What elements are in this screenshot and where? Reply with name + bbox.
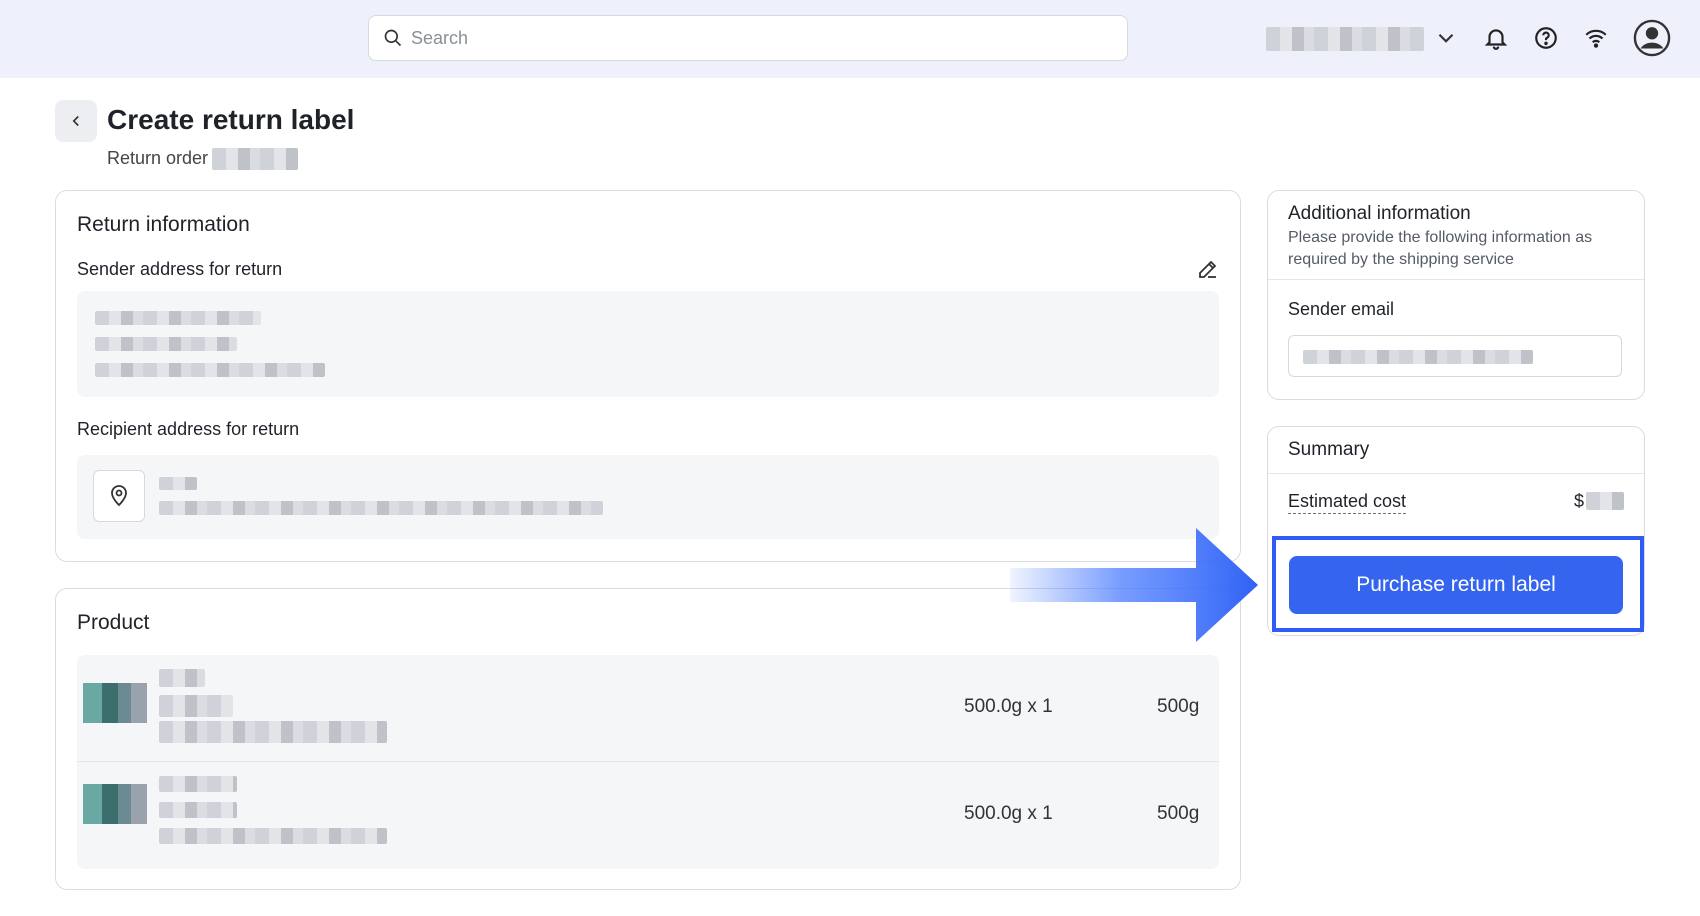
sender-address-label: Sender address for return: [77, 259, 283, 279]
sender-email-label: Sender email: [1288, 299, 1395, 319]
chevron-left-icon: [72, 115, 79, 127]
additional-information-description: Please provide the following information…: [1288, 229, 1593, 268]
product-row: 500.0g x 1 500g: [77, 655, 1219, 762]
product-title: Product: [77, 611, 150, 634]
product-thumbnail: [83, 683, 147, 723]
bell-icon[interactable]: [1480, 22, 1512, 54]
product-quantity: 500.0g x 1: [964, 696, 1053, 717]
wifi-icon[interactable]: [1580, 22, 1612, 54]
location-pin-box: [93, 470, 145, 522]
sender-name-redacted: [95, 311, 261, 325]
estimated-cost-value-redacted: [1586, 492, 1624, 510]
return-information-title: Return information: [77, 213, 250, 236]
product-sku-redacted: [159, 721, 387, 743]
sender-address-box: [77, 291, 1219, 397]
product-thumbnail: [83, 784, 147, 824]
edit-icon[interactable]: [1196, 257, 1220, 281]
additional-information-title: Additional information: [1288, 203, 1471, 224]
recipient-address-label: Recipient address for return: [77, 419, 300, 439]
page-title: Create return label: [107, 104, 355, 135]
estimated-cost-label[interactable]: Estimated cost: [1288, 491, 1407, 514]
product-weight: 500g: [1157, 803, 1200, 824]
search-input[interactable]: [411, 27, 1091, 49]
recipient-name-redacted: [159, 477, 197, 490]
chevron-down-icon[interactable]: [1430, 22, 1462, 54]
estimated-cost-currency: $: [1574, 491, 1585, 511]
product-name-redacted: [159, 776, 237, 792]
location-pin-icon: [111, 485, 127, 507]
sender-city-redacted: [95, 363, 325, 377]
summary-title: Summary: [1288, 439, 1370, 460]
additional-information-card: Additional information Please provide th…: [1267, 190, 1645, 400]
divider: [1268, 279, 1644, 280]
product-sku-redacted: [159, 828, 387, 844]
product-variant-redacted: [159, 802, 237, 818]
divider: [1268, 473, 1644, 474]
top-bar: [0, 0, 1700, 78]
recipient-address-box: [77, 455, 1219, 539]
product-row: 500.0g x 1 500g: [77, 762, 1219, 869]
product-name-redacted: [159, 669, 205, 687]
account-name-redacted[interactable]: [1266, 27, 1424, 51]
search-box[interactable]: [368, 15, 1128, 61]
recipient-address-redacted: [159, 501, 603, 515]
order-number-redacted: [212, 148, 298, 170]
help-icon[interactable]: [1530, 22, 1562, 54]
search-icon: [384, 29, 402, 47]
sender-email-input[interactable]: [1288, 335, 1622, 377]
product-variant-redacted: [159, 695, 233, 717]
user-avatar-icon[interactable]: [1632, 18, 1672, 58]
sender-email-redacted: [1303, 350, 1533, 364]
purchase-return-label-button[interactable]: Purchase return label: [1289, 556, 1623, 614]
product-quantity: 500.0g x 1: [964, 803, 1053, 824]
product-list: 500.0g x 1 500g 500.0g x 1 500g: [77, 655, 1219, 869]
return-information-card: Return information Sender address for re…: [55, 190, 1241, 562]
back-button[interactable]: [55, 100, 97, 142]
sender-street-redacted: [95, 337, 237, 351]
product-weight: 500g: [1157, 696, 1200, 717]
pointer-arrow-annotation: [1010, 528, 1258, 642]
page-subtitle: Return order: [107, 148, 209, 168]
